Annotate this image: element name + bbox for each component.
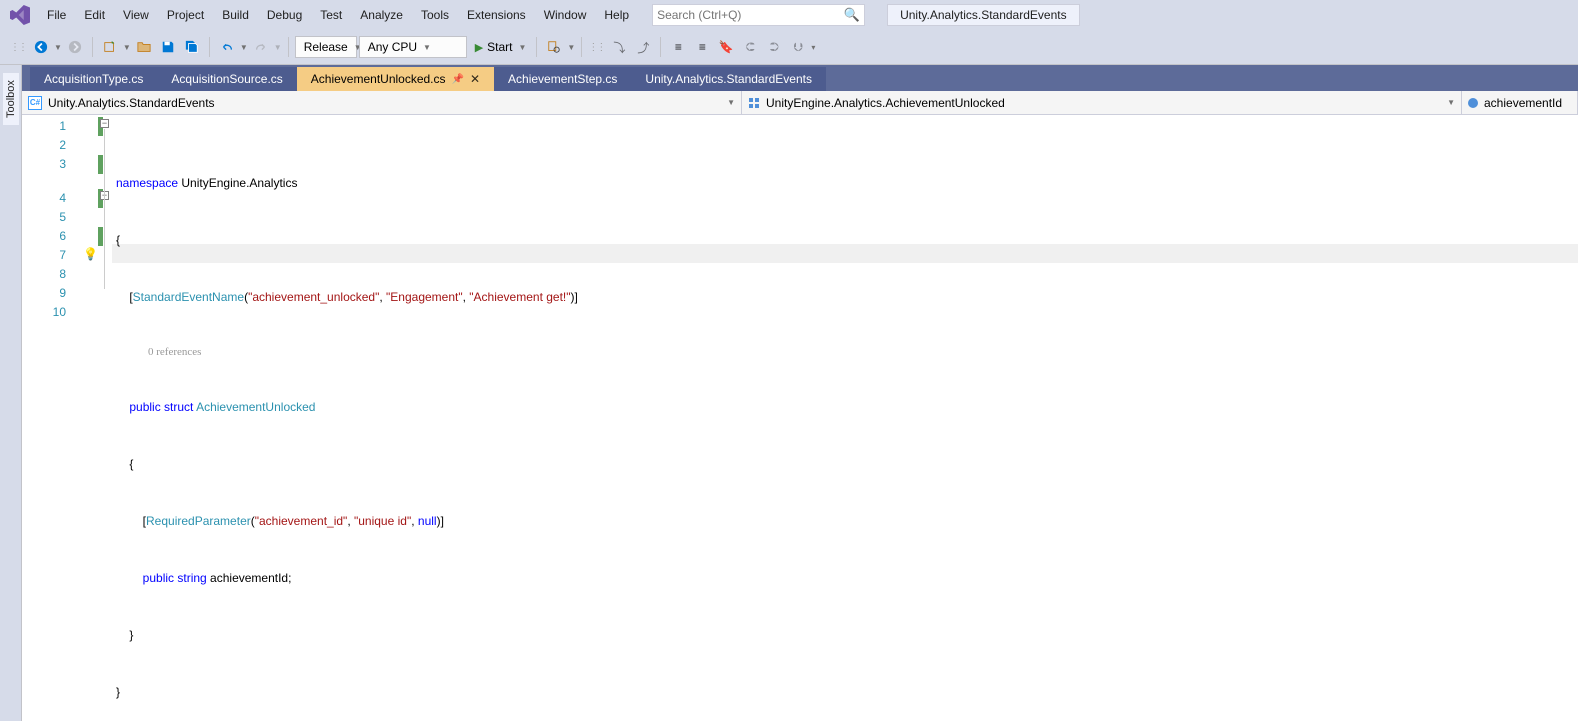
document-tabs: AcquisitionType.cs AcquisitionSource.cs …	[22, 65, 1578, 91]
menu-file[interactable]: File	[38, 2, 75, 28]
tab-achievementunlocked[interactable]: AchievementUnlocked.cs 📌 ✕	[297, 67, 494, 91]
vs-logo-icon	[10, 5, 30, 25]
prev-bookmark-button[interactable]: ⮈	[739, 36, 761, 58]
menu-tools[interactable]: Tools	[412, 2, 458, 28]
line-number-gutter: 123 45678910	[22, 115, 82, 721]
tab-acquisitionsource[interactable]: AcquisitionSource.cs	[157, 67, 296, 91]
type-dropdown[interactable]: UnityEngine.Analytics.AchievementUnlocke…	[742, 91, 1462, 114]
solution-platform-dropdown[interactable]: Any CPU▼	[359, 36, 467, 58]
new-project-button[interactable]	[99, 36, 121, 58]
document-well: AcquisitionType.cs AcquisitionSource.cs …	[22, 65, 1578, 721]
struct-icon	[748, 97, 760, 109]
search-input[interactable]	[657, 8, 844, 22]
find-in-files-button[interactable]	[543, 36, 565, 58]
code-editor[interactable]: 123 45678910 💡 − − namespace UnityEngine…	[22, 115, 1578, 721]
menu-test[interactable]: Test	[311, 2, 351, 28]
toolbox-tab[interactable]: Toolbox	[3, 73, 19, 125]
tab-acquisitiontype[interactable]: AcquisitionType.cs	[30, 67, 157, 91]
menu-analyze[interactable]: Analyze	[351, 2, 412, 28]
quick-launch[interactable]: 🔍	[652, 4, 865, 26]
pin-icon[interactable]: 📌	[452, 74, 464, 85]
toolbar-grip-icon: ⋮⋮	[10, 42, 26, 53]
menu-debug[interactable]: Debug	[258, 2, 311, 28]
tab-achievementstep[interactable]: AchievementStep.cs	[494, 67, 631, 91]
increase-indent-button[interactable]: ≡	[691, 36, 713, 58]
csharp-icon: C#	[28, 96, 42, 110]
menu-help[interactable]: Help	[595, 2, 638, 28]
menu-project[interactable]: Project	[158, 2, 213, 28]
left-dock: Toolbox	[0, 65, 22, 721]
open-file-button[interactable]	[133, 36, 155, 58]
tab-standardevents[interactable]: Unity.Analytics.StandardEvents	[631, 67, 826, 91]
menu-extensions[interactable]: Extensions	[458, 2, 535, 28]
nav-forward-button[interactable]	[64, 36, 86, 58]
scope-dropdown[interactable]: C# Unity.Analytics.StandardEvents▼	[22, 91, 742, 114]
save-all-button[interactable]	[181, 36, 203, 58]
codelens[interactable]: 0 references	[112, 345, 1578, 360]
lightbulb-icon[interactable]: 💡	[83, 247, 98, 261]
undo-button[interactable]	[216, 36, 238, 58]
solution-name[interactable]: Unity.Analytics.StandardEvents	[887, 4, 1080, 26]
code-surface[interactable]: namespace UnityEngine.Analytics { [Stand…	[112, 115, 1578, 721]
outlining-margin: − −	[98, 115, 112, 721]
menu-window[interactable]: Window	[535, 2, 596, 28]
standard-toolbar: ⋮⋮ ▼ ▼ ▼ ▼ Release▼ Any CPU▼ ▶Start▼ ▼ ⋮…	[0, 30, 1578, 65]
navigation-bar: C# Unity.Analytics.StandardEvents▼ Unity…	[22, 91, 1578, 115]
step-over-button[interactable]: ⤴	[632, 36, 654, 58]
decrease-indent-button[interactable]: ≡	[667, 36, 689, 58]
solution-config-dropdown[interactable]: Release▼	[295, 36, 357, 58]
search-icon[interactable]: 🔍	[844, 7, 860, 23]
menu-bar: File Edit View Project Build Debug Test …	[0, 0, 1578, 30]
start-debug-button[interactable]: ▶Start▼	[469, 36, 531, 58]
menu-edit[interactable]: Edit	[75, 2, 114, 28]
step-into-button[interactable]: ⤵	[608, 36, 630, 58]
menu-view[interactable]: View	[114, 2, 158, 28]
fold-toggle[interactable]: −	[100, 119, 109, 128]
toolbar-grip-icon: ⋮⋮	[588, 42, 604, 53]
save-button[interactable]	[157, 36, 179, 58]
nav-back-button[interactable]	[30, 36, 52, 58]
field-icon	[1468, 98, 1478, 108]
menu-build[interactable]: Build	[213, 2, 258, 28]
redo-button[interactable]	[250, 36, 272, 58]
bookmark-button[interactable]: 🔖	[715, 36, 737, 58]
member-dropdown[interactable]: achievementId	[1462, 91, 1578, 114]
clear-bookmarks-button[interactable]: ⮋	[787, 36, 809, 58]
indicator-margin: 💡	[82, 115, 98, 721]
next-bookmark-button[interactable]: ⮊	[763, 36, 785, 58]
close-icon[interactable]: ✕	[470, 72, 480, 86]
